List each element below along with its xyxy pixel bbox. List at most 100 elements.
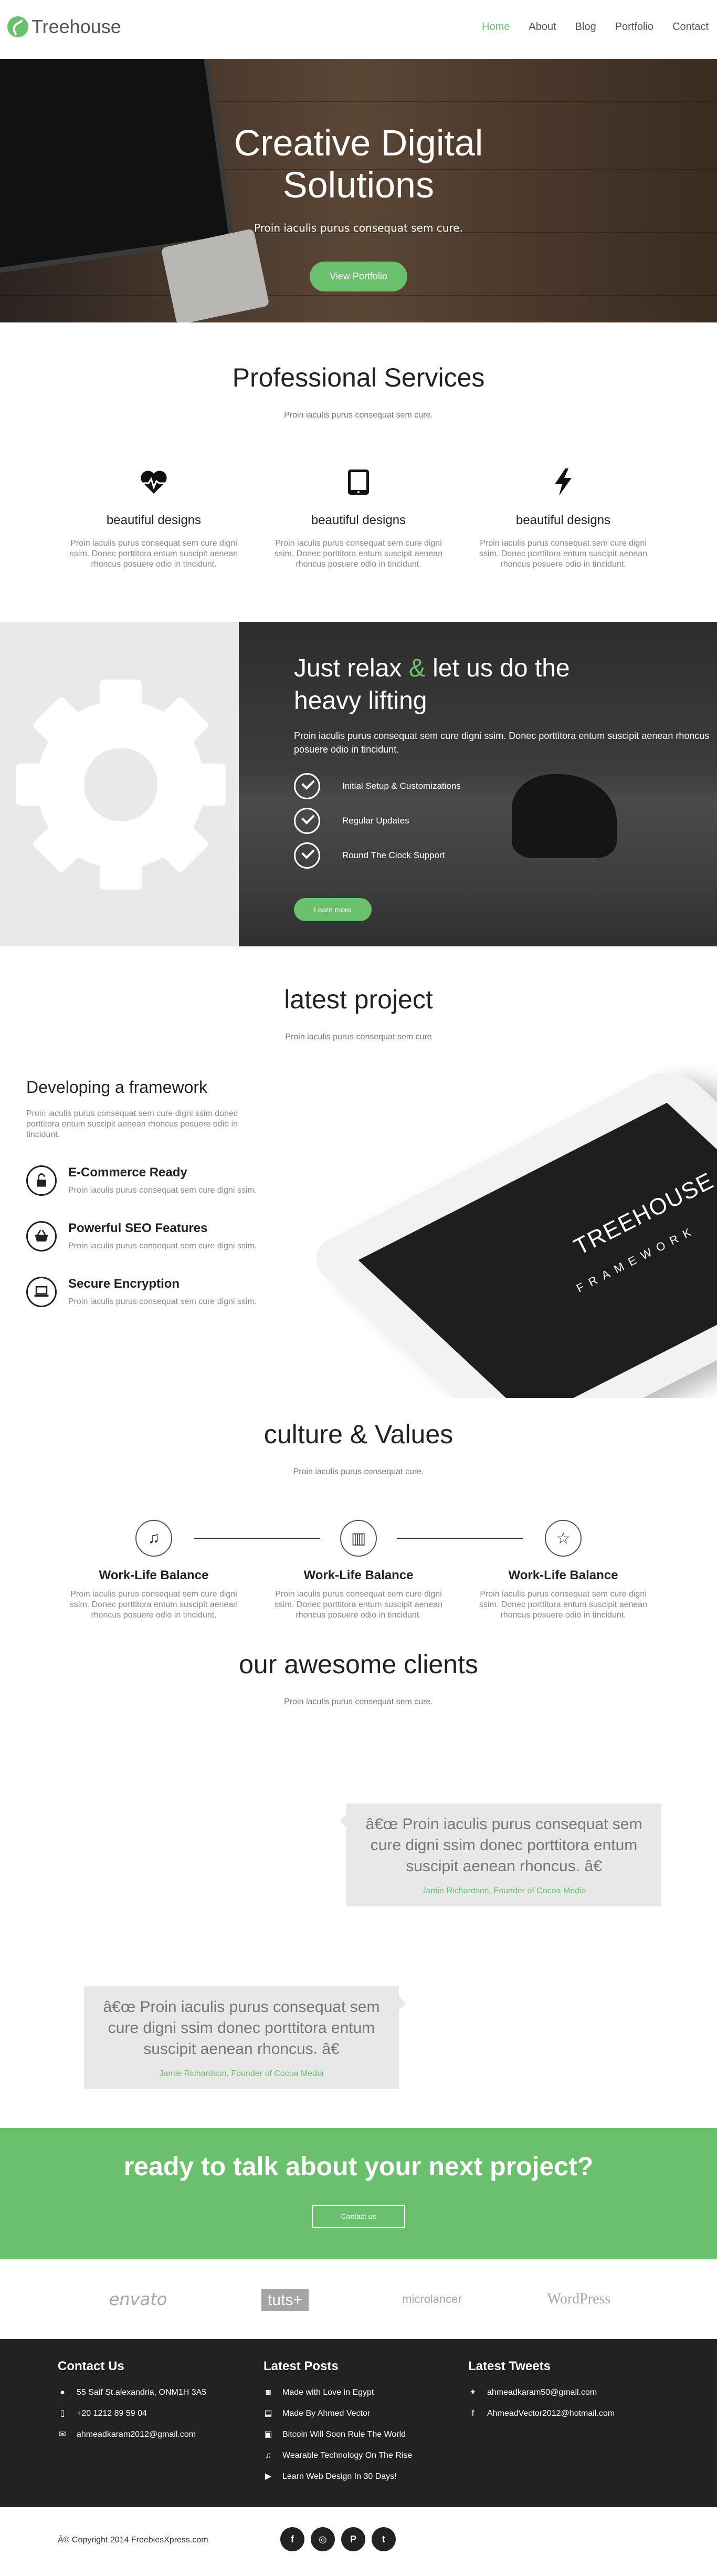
- value-item: ▥ Work-Life Balance Proin iaculis purus …: [256, 1520, 461, 1621]
- testimonial-bubble: â€œ Proin iaculis purus consequat sem cu…: [84, 1986, 406, 2089]
- clients-section: our awesome clients Proin iaculis purus …: [0, 1645, 717, 2128]
- relax-title: Just relax & let us do the heavy lifting: [294, 654, 570, 715]
- dribbble-icon[interactable]: ◎: [311, 2527, 335, 2551]
- testimonial-author[interactable]: Jamie Richardson, Founder of Cocoa Media: [98, 2069, 385, 2079]
- feature-item: E-Commerce Ready Proin iaculis purus con…: [26, 1165, 268, 1196]
- microlancer-logo[interactable]: microlancer: [358, 2292, 505, 2306]
- relax-text: Proin iaculis purus consequat sem cure d…: [294, 731, 710, 755]
- footer-heading: Latest Tweets: [468, 2359, 551, 2373]
- footer-tweet[interactable]: ✦ ahmeadkaram50@gmail.com: [468, 2386, 657, 2399]
- gear-panel: [0, 622, 239, 946]
- nav-item-contact[interactable]: Contact: [672, 21, 709, 33]
- clients-subtitle: Proin iaculis purus consequat sem cure.: [284, 1697, 433, 1706]
- heartbeat-icon: [141, 471, 167, 494]
- footer-item[interactable]: ✉ ahmeadkaram2012@gmail.com: [58, 2428, 247, 2441]
- chart-icon: ▥: [340, 1520, 377, 1557]
- facebook-icon[interactable]: f: [280, 2527, 304, 2551]
- nav-item-home[interactable]: Home: [482, 21, 510, 33]
- testimonial-text: â€œ Proin iaculis purus consequat sem cu…: [365, 1816, 642, 1875]
- relax-photo-panel: Just relax & let us do the heavy lifting…: [239, 622, 717, 946]
- testimonial-text: â€œ Proin iaculis purus consequat sem cu…: [103, 1998, 380, 2058]
- check-label: Initial Setup & Customizations: [342, 781, 461, 791]
- footer-tweets: Latest Tweets ✦ ahmeadkaram50@gmail.com f…: [468, 2359, 657, 2420]
- services-section: Professional Services Proin iaculis puru…: [0, 322, 717, 622]
- mobile-icon: ▯: [60, 2409, 65, 2418]
- testimonial-bubble: â€œ Proin iaculis purus consequat sem cu…: [340, 1803, 661, 1906]
- cta-title: ready to talk about your next project?: [123, 2152, 594, 2181]
- tablet-mockup-image: [301, 1063, 717, 1398]
- feature-title: E-Commerce Ready: [68, 1165, 187, 1180]
- footer-tweet[interactable]: f AhmeadVector2012@hotmail.com: [468, 2407, 657, 2420]
- play-icon: ▶: [265, 2472, 272, 2481]
- check-circle-icon: [294, 773, 320, 799]
- logo[interactable]: Treehouse: [7, 16, 121, 38]
- footer-post-link[interactable]: ◙ Made with Love in Egypt: [263, 2386, 452, 2399]
- services-subtitle: Proin iaculis purus consequat sem cure.: [284, 411, 433, 420]
- main-menu: Home About Blog Portfolio Contact: [463, 21, 709, 33]
- footer: Contact Us ● 55 Saif St.alexandria, ONM1H…: [0, 2339, 717, 2507]
- service-title: beautiful designs: [311, 513, 406, 527]
- nav-item-portfolio[interactable]: Portfolio: [615, 21, 653, 33]
- photo-icon: ▣: [264, 2430, 272, 2439]
- footer-post-link[interactable]: ♫ Wearable Technology On The Rise: [263, 2449, 452, 2462]
- book-icon: ▤: [264, 2409, 272, 2418]
- feature-title: Secure Encryption: [68, 1277, 180, 1291]
- twitter-icon[interactable]: t: [372, 2527, 396, 2551]
- feature-text: Proin iaculis purus consequat sem cure d…: [68, 1242, 257, 1250]
- feature-item: Secure Encryption Proin iaculis purus co…: [26, 1277, 268, 1307]
- service-item: beautiful designs Proin iaculis purus co…: [461, 466, 666, 570]
- partner-logos: envato tuts+ microlancer WordPress: [0, 2259, 717, 2339]
- view-portfolio-button[interactable]: View Portfolio: [310, 262, 407, 291]
- learn-more-button[interactable]: Learn more: [294, 898, 372, 921]
- testimonial-author[interactable]: Jamie Richardson, Founder of Cocoa Media: [360, 1886, 648, 1896]
- footer-heading: Contact Us: [58, 2359, 124, 2373]
- project-heading: Developing a framework: [26, 1078, 208, 1097]
- feature-text: Proin iaculis purus consequat sem cure d…: [68, 1297, 257, 1306]
- check-circle-icon: [294, 842, 320, 869]
- service-title: beautiful designs: [106, 513, 202, 527]
- envato-logo[interactable]: envato: [65, 2289, 212, 2309]
- value-title: Work-Life Balance: [508, 1568, 618, 1582]
- service-text: Proin iaculis purus consequat sem cure d…: [479, 539, 648, 569]
- clients-title: our awesome clients: [239, 1650, 478, 1679]
- culture-subtitle: Proin iaculis purus consequat cure.: [293, 1467, 424, 1476]
- leaf-logo-icon: [7, 16, 28, 37]
- laptop-icon: [26, 1277, 57, 1307]
- value-title: Work-Life Balance: [99, 1568, 209, 1582]
- footer-post-link[interactable]: ▶ Learn Web Design In 30 Days!: [263, 2470, 452, 2483]
- footer-post-link[interactable]: ▣ Bitcoin Will Soon Rule The World: [263, 2428, 452, 2441]
- service-item: beautiful designs Proin iaculis purus co…: [256, 466, 461, 570]
- service-item: beautiful designs Proin iaculis purus co…: [51, 466, 256, 570]
- contact-us-button[interactable]: Contact us: [311, 2205, 406, 2228]
- check-item: Regular Updates: [294, 804, 717, 838]
- hero-title: Creative Digital Solutions: [234, 122, 483, 205]
- gear-icon: [16, 680, 226, 890]
- pinterest-icon[interactable]: P: [341, 2527, 365, 2551]
- social-links: f ◎ P t: [280, 2527, 396, 2551]
- project-title: latest project: [284, 985, 433, 1014]
- relax-section: Just relax & let us do the heavy lifting…: [0, 622, 717, 946]
- feature-title: Powerful SEO Features: [68, 1221, 208, 1235]
- project-subtitle: Proin iaculis purus consequat sem cure: [285, 1033, 432, 1041]
- tuts-logo[interactable]: tuts+: [212, 2289, 358, 2311]
- facebook-icon: f: [471, 2409, 475, 2418]
- tablet-icon: [348, 470, 369, 495]
- wordpress-logo[interactable]: WordPress: [505, 2291, 652, 2308]
- footer-contact: Contact Us ● 55 Saif St.alexandria, ONM1H…: [58, 2359, 247, 2441]
- project-section: latest project Proin iaculis purus conse…: [0, 946, 717, 1398]
- service-text: Proin iaculis purus consequat sem cure d…: [274, 539, 443, 569]
- footer-post-link[interactable]: ▤ Made By Ahmed Vector: [263, 2407, 452, 2420]
- basket-icon: [26, 1221, 57, 1252]
- value-title: Work-Life Balance: [303, 1568, 414, 1582]
- check-label: Regular Updates: [342, 816, 409, 826]
- check-label: Round The Clock Support: [342, 850, 445, 860]
- nav-item-about[interactable]: About: [529, 21, 556, 33]
- music-icon: ♫: [265, 2451, 271, 2460]
- twitter-icon: ✦: [469, 2388, 477, 2397]
- feature-item: Powerful SEO Features Proin iaculis puru…: [26, 1221, 268, 1252]
- nav-item-blog[interactable]: Blog: [575, 21, 596, 33]
- services-title: Professional Services: [232, 363, 485, 392]
- culture-title: culture & Values: [263, 1420, 454, 1449]
- copyright: Â© Copyright 2014 FreebiesXpress.com: [58, 2536, 208, 2544]
- check-item: Initial Setup & Customizations: [294, 769, 717, 804]
